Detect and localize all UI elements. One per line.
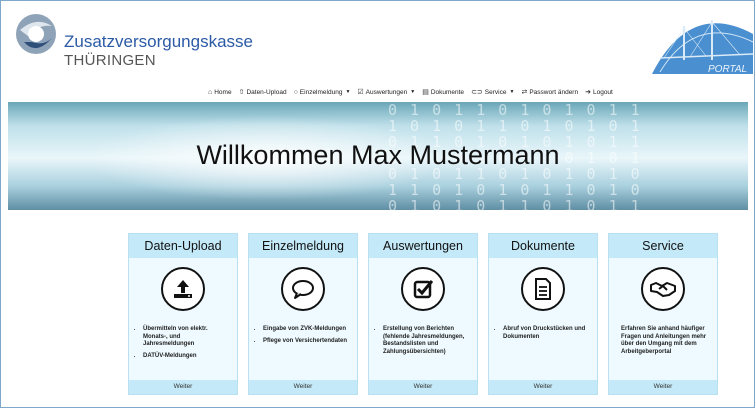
key-icon: ⇄	[521, 89, 528, 96]
brand-region: THÜRINGEN	[64, 52, 156, 69]
card-daten-upload: Daten-Upload Übermitteln von elektr. Mon…	[128, 233, 238, 395]
weiter-button[interactable]: Weiter	[369, 380, 477, 394]
caret-down-icon: ▼	[509, 89, 515, 95]
card-description: Übermitteln von elektr. Monats-, und Jah…	[137, 326, 231, 364]
nav-logout[interactable]: ➜ Logout	[585, 88, 613, 97]
nav-einzelmeldung[interactable]: ○ Einzelmeldung ▼	[294, 89, 351, 96]
nav-auswertungen-label: Auswertungen	[365, 88, 408, 96]
nav-service[interactable]: ⊂⊃ Service ▼	[471, 88, 515, 97]
weiter-button[interactable]: Weiter	[489, 380, 597, 394]
card-title: Einzelmeldung	[249, 234, 357, 258]
upload-icon[interactable]	[161, 267, 205, 311]
home-icon: ⌂	[208, 88, 213, 96]
list-item: Pflege von Versichertendaten	[263, 338, 351, 346]
list-item: Eingabe von ZVK-Meldungen	[263, 326, 351, 334]
upload-icon: ⇧	[238, 89, 245, 96]
nav-logout-label: Logout	[592, 88, 613, 96]
brand-name: Zusatzversorgungskasse	[64, 32, 253, 51]
portal-logo-icon: PORTAL	[652, 20, 754, 75]
card-description: Abruf von Druckstücken und Dokumenten	[497, 326, 591, 345]
nav-auswertungen[interactable]: ☑ Auswertungen ▼	[357, 88, 416, 97]
speech-bubble-icon[interactable]	[281, 267, 325, 311]
nav-daten-upload[interactable]: ⇧ Daten-Upload	[238, 88, 287, 97]
document-icon: ▤	[422, 89, 429, 96]
card-auswertungen: Auswertungen Erstellung von Berichten (f…	[368, 233, 478, 395]
comment-icon: ○	[293, 88, 298, 96]
card-einzelmeldung: Einzelmeldung Eingabe von ZVK-Meldungen …	[248, 233, 358, 395]
nav-dokumente-label: Dokumente	[430, 88, 465, 96]
handshake-icon: ⊂⊃	[471, 89, 483, 96]
card-row: Daten-Upload Übermitteln von elektr. Mon…	[128, 233, 718, 395]
nav-passwort[interactable]: ⇄ Passwort ändern	[521, 88, 579, 97]
list-item: Erstellung von Berichten (fehlende Jahre…	[383, 326, 471, 356]
main-nav: ⌂ Home ⇧ Daten-Upload ○ Einzelmeldung ▼ ☑ Aus…	[208, 85, 620, 99]
binary-line: 0 1 0 1 1 0 1 0 1 0 1 1	[388, 102, 642, 119]
checkbox-icon[interactable]	[401, 267, 445, 311]
portal-label: PORTAL	[708, 64, 747, 75]
caret-down-icon: ▼	[345, 89, 351, 95]
list-item: Übermitteln von elektr. Monats-, und Jah…	[143, 326, 231, 349]
welcome-banner: 0 1 0 1 1 0 1 0 1 0 1 1 1 0 1 0 1 1 0 1 …	[8, 102, 748, 210]
card-description: Erfahren Sie anhand häufiger Fragen und …	[621, 326, 707, 355]
zvk-logo-icon	[16, 14, 56, 54]
card-title: Service	[609, 234, 717, 258]
caret-down-icon: ▼	[410, 89, 416, 95]
nav-dokumente[interactable]: ▤ Dokumente	[422, 88, 465, 97]
weiter-button[interactable]: Weiter	[609, 380, 717, 394]
weiter-button[interactable]: Weiter	[129, 380, 237, 394]
card-dokumente: Dokumente Abruf von Druckstücken und Dok…	[488, 233, 598, 395]
nav-home-label: Home	[214, 88, 232, 96]
binary-line: 1 0 1 0 1 1 0 1 0 1 0 1	[388, 117, 642, 135]
nav-einzelmeldung-label: Einzelmeldung	[299, 88, 343, 96]
nav-service-label: Service	[484, 88, 507, 96]
list-item: DATÜV-Meldungen	[143, 353, 231, 361]
nav-daten-upload-label: Daten-Upload	[246, 88, 287, 96]
card-title: Auswertungen	[369, 234, 477, 258]
checkbox-icon: ☑	[357, 89, 364, 96]
card-title: Dokumente	[489, 234, 597, 258]
list-item: Abruf von Druckstücken und Dokumenten	[503, 326, 591, 341]
binary-line: 0 1 0 1 0 1 1 0 1 0 1 1	[388, 197, 642, 210]
nav-passwort-label: Passwort ändern	[529, 88, 579, 96]
binary-line: 1 1 0 1 0 1 0 1 1 0 1 0	[388, 181, 642, 199]
card-title: Daten-Upload	[129, 234, 237, 258]
handshake-icon[interactable]	[641, 267, 685, 311]
welcome-heading: Willkommen Max Mustermann	[196, 140, 560, 170]
card-description: Eingabe von ZVK-Meldungen Pflege von Ver…	[257, 326, 351, 349]
weiter-button[interactable]: Weiter	[249, 380, 357, 394]
header: Zusatzversorgungskasse THÜRINGEN PORTAL	[0, 0, 755, 92]
card-description: Erstellung von Berichten (fehlende Jahre…	[377, 326, 471, 360]
document-icon[interactable]	[521, 267, 565, 311]
card-service: Service Erfahren Sie anhand häufiger Fra…	[608, 233, 718, 395]
nav-home[interactable]: ⌂ Home	[208, 89, 232, 96]
logout-icon: ➜	[585, 89, 591, 96]
